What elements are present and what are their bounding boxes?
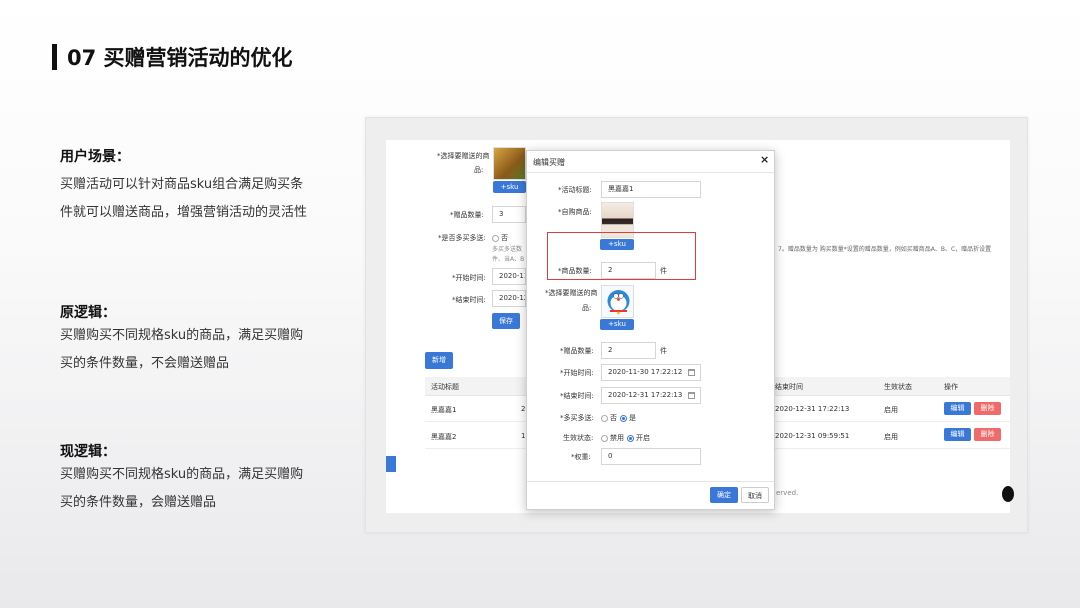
weight-input[interactable]: 0	[601, 448, 701, 465]
bg-hint-2: 件、当A、B	[492, 256, 525, 263]
gift-qty-input[interactable]: 2	[601, 342, 656, 359]
goods-qty-input[interactable]: 2	[601, 262, 656, 279]
section-text-old-logic: 买赠购买不同规格sku的商品，满足买赠购 买的条件数量，不会赠送赠品	[60, 328, 304, 371]
row-status: 启用	[884, 433, 898, 441]
th-actions: 操作	[944, 383, 958, 391]
row-cell: 2	[521, 405, 526, 413]
bg-start-label: *开始时间:	[452, 274, 486, 282]
multi-buy-label: *多买多送:	[560, 414, 594, 422]
bg-multi-label: *是否多买多送:	[438, 234, 486, 242]
status-radio-on[interactable]: 开启	[627, 433, 650, 443]
radio-selected-icon	[627, 434, 634, 442]
row-edit-button[interactable]: 编辑	[944, 428, 971, 441]
calendar-icon[interactable]	[688, 392, 695, 399]
bg-hint-1: 多买多送数	[492, 246, 523, 253]
th-status: 生效状态	[884, 383, 912, 391]
row-status: 启用	[884, 406, 898, 414]
start-time-input[interactable]: 2020-11-30 17:22:12	[601, 364, 701, 381]
section-heading-new-logic: 现逻辑：	[60, 444, 116, 460]
radio-icon	[492, 234, 499, 242]
bg-gift-qty-input[interactable]: 3	[492, 206, 526, 223]
activity-title-label: *活动标题:	[558, 186, 592, 194]
bg-start-input[interactable]: 2020-11-	[492, 268, 526, 285]
bg-multi-radio-no[interactable]: 否	[492, 233, 508, 243]
gift-qty-label: *赠品数量:	[560, 347, 594, 355]
end-time-label: *结束时间:	[560, 392, 594, 400]
gift-goods-label: *选择要赠送的商	[545, 289, 598, 297]
activity-title-input[interactable]: 黑嘉嘉1	[601, 181, 701, 198]
calendar-icon[interactable]	[688, 369, 695, 376]
section-heading-old-logic: 原逻辑：	[60, 305, 116, 321]
row-end-time: 2020-12-31 17:22:13	[775, 405, 850, 413]
status-label: 生效状态:	[563, 434, 594, 442]
weight-label: *权重:	[571, 453, 591, 461]
sidebar-scroll-tab[interactable]	[386, 456, 396, 472]
footer-copyright: erved.	[776, 489, 799, 497]
goods-qty-unit: 件	[660, 267, 667, 275]
doraemon-image	[607, 290, 630, 315]
row-title: 黑嘉嘉2	[431, 433, 457, 441]
radio-icon	[601, 434, 608, 442]
bg-add-sku-button[interactable]: +sku	[493, 181, 526, 193]
modal-footer-divider	[527, 481, 774, 482]
th-title: 活动标题	[431, 383, 459, 391]
floating-circle-icon[interactable]	[1002, 486, 1014, 502]
radio-icon	[601, 414, 608, 422]
bg-hint-right: 7。赠品数量为 购买数量*设置的赠品数量，例如买赠商品A、B、C，赠品折设置	[778, 246, 992, 253]
bg-save-button[interactable]: 保存	[492, 313, 520, 329]
multi-buy-radio-yes[interactable]: 是	[620, 413, 636, 423]
modal-cancel-button[interactable]: 取消	[741, 487, 769, 503]
radio-selected-icon	[620, 414, 627, 422]
row-delete-button[interactable]: 删除	[974, 402, 1001, 415]
section-text-new-logic: 买赠购买不同规格sku的商品，满足买赠购 买的条件数量，会赠送赠品	[60, 467, 304, 510]
add-button[interactable]: 新增	[425, 352, 453, 369]
bg-gift-label: *选择要赠送的商	[437, 152, 490, 160]
bg-gift-thumbnail	[493, 147, 526, 180]
row-delete-button[interactable]: 删除	[974, 428, 1001, 441]
multi-buy-radio-no[interactable]: 否	[601, 413, 617, 423]
gift-qty-unit: 件	[660, 347, 667, 355]
bg-end-label: *结束时间:	[452, 296, 486, 304]
start-time-label: *开始时间:	[560, 369, 594, 377]
row-title: 黑嘉嘉1	[431, 406, 457, 414]
goods-qty-label: *商品数量:	[558, 267, 592, 275]
section-heading-scenario: 用户场景：	[60, 149, 130, 165]
title-accent-bar	[52, 44, 57, 70]
gift-goods-add-sku-button[interactable]: +sku	[600, 319, 634, 330]
row-edit-button[interactable]: 编辑	[944, 402, 971, 415]
buy-goods-label: *自购商品:	[558, 208, 592, 216]
bg-end-input[interactable]: 2020-12-	[492, 290, 526, 307]
modal-title: 编辑买赠	[533, 158, 565, 167]
bg-gift-label-2: 品:	[474, 166, 484, 174]
status-radio-off[interactable]: 禁用	[601, 433, 624, 443]
end-time-input[interactable]: 2020-12-31 17:22:13	[601, 387, 701, 404]
row-end-time: 2020-12-31 09:59:51	[775, 432, 850, 440]
th-end: 结束时间	[775, 383, 803, 391]
bg-gift-qty-label: *赠品数量:	[450, 211, 484, 219]
modal-ok-button[interactable]: 确定	[710, 487, 738, 503]
section-text-scenario: 买赠活动可以针对商品sku组合满足购买条 件就可以赠送商品，增强营销活动的灵活性	[60, 177, 308, 220]
gift-goods-thumbnail	[601, 285, 634, 318]
slide-title: 07 买赠营销活动的优化	[67, 46, 293, 70]
gift-goods-label-2: 品:	[582, 304, 592, 312]
row-cell: 1	[521, 432, 526, 440]
close-icon[interactable]: ×	[760, 153, 769, 166]
